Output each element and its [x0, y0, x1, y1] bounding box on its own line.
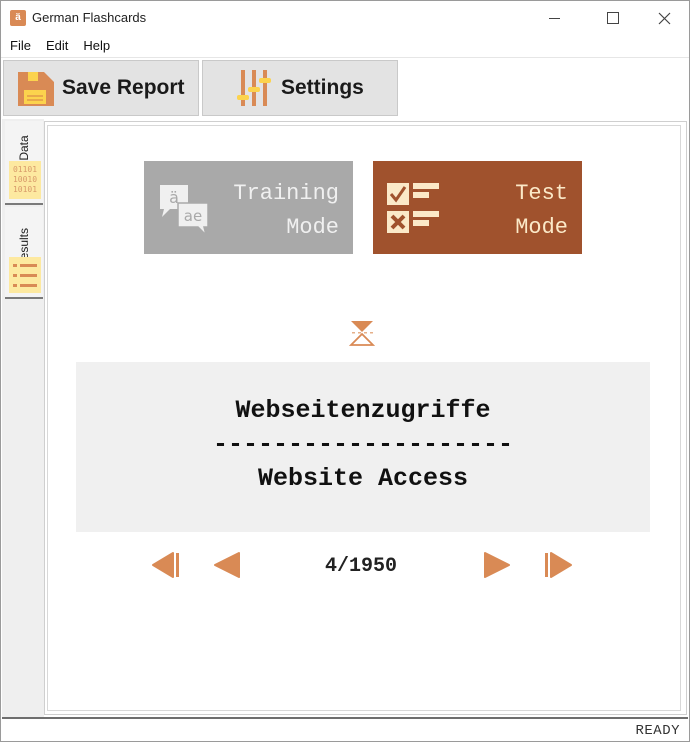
toolbar: Save Report Settings [1, 57, 689, 117]
maximize-icon [607, 12, 619, 24]
flashcard[interactable]: Webseitenzugriffe -------------------- W… [76, 362, 650, 532]
minimize-icon [548, 17, 560, 19]
icon-glyph-ae: ae [184, 207, 202, 225]
flashcard-german-term: Webseitenzugriffe [235, 396, 491, 425]
side-tab-strip: Data 01101 10010 10101 Results [2, 119, 44, 717]
binary-row: 10010 [12, 175, 38, 184]
menu-bar: File Edit Help [1, 36, 689, 56]
binary-data-icon: 01101 10010 10101 [9, 161, 41, 199]
binary-row: 10101 [12, 185, 38, 194]
first-card-button[interactable] [151, 550, 181, 580]
previous-card-button[interactable] [211, 550, 241, 580]
window-title: German Flashcards [32, 10, 147, 25]
title-bar: ä German Flashcards [1, 1, 689, 35]
save-report-label: Save Report [62, 76, 185, 99]
next-card-button[interactable] [483, 550, 513, 580]
tab-data[interactable]: Data 01101 10010 10101 [5, 121, 43, 205]
app-logo-icon: ä [10, 10, 26, 26]
checklist-icon [387, 183, 439, 233]
card-counter: 4/1950 [324, 555, 397, 578]
tab-results[interactable]: Results [5, 207, 43, 299]
training-mode-label: Training Mode [233, 177, 339, 245]
minimize-button[interactable] [531, 1, 577, 35]
flashcard-english-term: Website Access [257, 464, 469, 493]
menu-help[interactable]: Help [75, 36, 117, 56]
status-text: READY [635, 723, 680, 739]
tab-data-label: Data [17, 135, 31, 161]
app-window: ä German Flashcards File Edit Help Save … [0, 0, 690, 742]
training-mode-button[interactable]: ä ae Training Mode [144, 161, 353, 254]
test-mode-button[interactable]: Test Mode [373, 161, 582, 254]
test-mode-label: Test Mode [515, 177, 568, 245]
settings-button[interactable]: Settings [202, 60, 398, 116]
floppy-disk-icon [18, 72, 54, 106]
sliders-icon [237, 70, 271, 106]
training-mode-line1: Training [233, 181, 339, 206]
test-mode-line2: Mode [515, 215, 568, 240]
binary-row: 01101 [12, 165, 38, 174]
maximize-button[interactable] [590, 1, 636, 35]
list-icon [9, 257, 41, 293]
close-icon [658, 12, 670, 24]
menu-edit[interactable]: Edit [38, 36, 75, 56]
hourglass-icon [349, 321, 375, 346]
test-mode-line1: Test [515, 181, 568, 206]
flashcard-separator: -------------------- [212, 430, 514, 459]
settings-label: Settings [281, 76, 364, 99]
last-card-button[interactable] [543, 550, 573, 580]
training-mode-line2: Mode [286, 215, 339, 240]
save-report-button[interactable]: Save Report [3, 60, 199, 116]
menu-file[interactable]: File [1, 36, 38, 56]
status-bar: READY [2, 717, 688, 741]
speech-bubbles-icon: ä ae [160, 185, 209, 238]
close-button[interactable] [641, 1, 687, 35]
